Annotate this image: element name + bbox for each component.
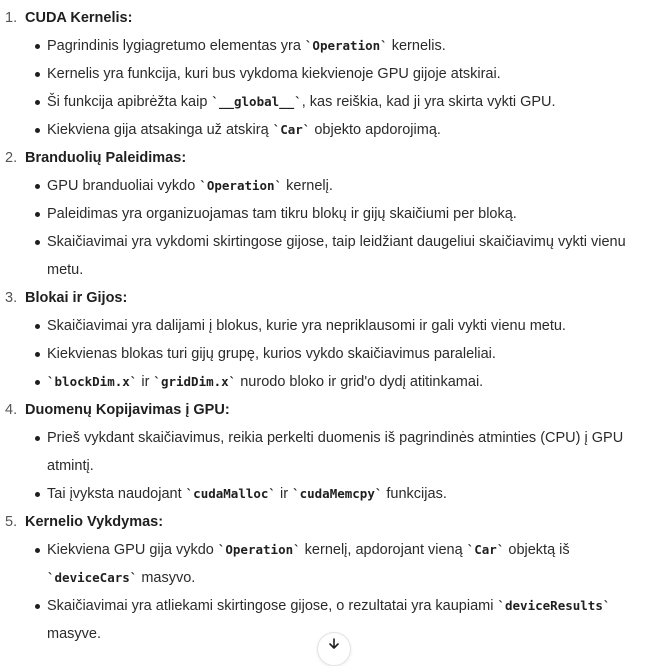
list-section: 1. CUDA Kernelis: Pagrindinis lygiagretumo… <box>0 4 648 144</box>
bullet-item: Ši funkcija apibrėžta kaip `__global__`,… <box>0 88 648 116</box>
inline-code: `cudaMemcpy` <box>292 486 383 501</box>
inline-code: `Operation` <box>217 542 301 557</box>
bullet-text: objektą iš <box>504 542 574 558</box>
bullet-text: ir <box>137 374 154 390</box>
numbered-list: 1. CUDA Kernelis: Pagrindinis lygiagretumo… <box>0 4 648 648</box>
bullet-dot <box>35 240 40 245</box>
bullet-text: , kas reiškia, kad ji yra skirta vykti G… <box>301 94 556 110</box>
section-title: Kernelio Vykdymas: <box>25 514 164 530</box>
bullet-text: ir <box>275 486 293 502</box>
bullet-text: Kiekviena gija atsakinga už atskirą <box>47 122 273 138</box>
section-title: CUDA Kernelis: <box>25 10 133 26</box>
inline-code: `Car` <box>272 122 311 137</box>
list-section: 4. Duomenų Kopijavimas į GPU: Prieš vykdan… <box>0 396 648 508</box>
bullet-text: Ši funkcija apibrėžta kaip <box>47 94 212 110</box>
list-section: 5. Kernelio Vykdymas: Kiekviena GPU gija v… <box>0 508 648 648</box>
bullet-text: kernelį, apdorojant vieną <box>300 542 467 558</box>
inline-code: `gridDim.x` <box>153 374 237 389</box>
bullet-list: Pagrindinis lygiagretumo elementas yra `… <box>0 32 648 144</box>
inline-code: `Car` <box>466 542 505 557</box>
bullet-text: nurodo bloko ir grid'o dydį atitinkamai. <box>236 374 484 390</box>
bullet-text: Skaičiavimai yra vykdomi skirtingose gij… <box>47 234 630 278</box>
bullet-dot <box>35 324 40 329</box>
bullet-dot <box>35 352 40 357</box>
bullet-item: Skaičiavimai yra dalijami į blokus, kuri… <box>0 312 648 340</box>
list-section: 2. Branduolių Paleidimas: GPU branduoliai … <box>0 144 648 284</box>
bullet-item: Tai įvyksta naudojant `cudaMalloc` ir `c… <box>0 480 648 508</box>
bullet-list: GPU branduoliai vykdo `Operation` kernel… <box>0 172 648 284</box>
bullet-text: Kiekviena GPU gija vykdo <box>47 542 218 558</box>
bullet-item: Pagrindinis lygiagretumo elementas yra `… <box>0 32 648 60</box>
bullet-text: GPU branduoliai vykdo <box>47 178 200 194</box>
inline-code: `Operation` <box>304 38 388 53</box>
bullet-dot <box>35 492 40 497</box>
bullet-item: GPU branduoliai vykdo `Operation` kernel… <box>0 172 648 200</box>
section-heading: 2. Branduolių Paleidimas: <box>0 144 648 172</box>
inline-code: `__global__` <box>211 94 302 109</box>
bullet-text: masyvo. <box>137 570 196 586</box>
bullet-text: Kiekvienas blokas turi gijų grupę, kurio… <box>47 346 496 362</box>
bullet-text: Tai įvyksta naudojant <box>47 486 186 502</box>
section-title: Branduolių Paleidimas: <box>25 150 187 166</box>
section-heading: 5. Kernelio Vykdymas: <box>0 508 648 536</box>
bullet-list: Prieš vykdant skaičiavimus, reikia perke… <box>0 424 648 508</box>
chat-message-content: 1. CUDA Kernelis: Pagrindinis lygiagretumo… <box>0 4 648 648</box>
inline-code: `deviceCars` <box>47 570 138 585</box>
bullet-text: Paleidimas yra organizuojamas tam tikru … <box>47 206 517 222</box>
bullet-text: objekto apdorojimą. <box>310 122 441 138</box>
bullet-list: Kiekviena GPU gija vykdo `Operation` ker… <box>0 536 648 648</box>
bullet-item: Skaičiavimai yra vykdomi skirtingose gij… <box>0 228 648 284</box>
section-heading: 3. Blokai ir Gijos: <box>0 284 648 312</box>
inline-code: `deviceResults` <box>497 598 611 613</box>
section-number: 2. <box>5 150 18 166</box>
section-number: 4. <box>5 402 18 418</box>
bullet-text: kernelis. <box>387 38 446 54</box>
inline-code: `blockDim.x` <box>47 374 138 389</box>
section-heading: 4. Duomenų Kopijavimas į GPU: <box>0 396 648 424</box>
arrow-down-icon <box>329 638 339 649</box>
bullet-item: Paleidimas yra organizuojamas tam tikru … <box>0 200 648 228</box>
bullet-dot <box>35 184 40 189</box>
bullet-dot <box>35 128 40 133</box>
list-section: 3. Blokai ir Gijos: Skaičiavimai yra dalij… <box>0 284 648 396</box>
bullet-dot <box>35 212 40 217</box>
bullet-text: kernelį. <box>282 178 333 194</box>
scroll-to-bottom-button[interactable] <box>317 632 351 666</box>
bullet-item: Kiekviena GPU gija vykdo `Operation` ker… <box>0 536 648 592</box>
bullet-item: Kernelis yra funkcija, kuri bus vykdoma … <box>0 60 648 88</box>
section-heading: 1. CUDA Kernelis: <box>0 4 648 32</box>
bullet-item: Kiekviena gija atsakinga už atskirą `Car… <box>0 116 648 144</box>
bullet-dot <box>35 380 40 385</box>
bullet-text: funkcijas. <box>382 486 447 502</box>
bullet-dot <box>35 436 40 441</box>
bullet-item: `blockDim.x` ir `gridDim.x` nurodo bloko… <box>0 368 648 396</box>
bullet-item: Prieš vykdant skaičiavimus, reikia perke… <box>0 424 648 480</box>
bullet-dot <box>35 44 40 49</box>
bullet-text: Pagrindinis lygiagretumo elementas yra <box>47 38 305 54</box>
bullet-dot <box>35 100 40 105</box>
bullet-text: Prieš vykdant skaičiavimus, reikia perke… <box>47 430 628 474</box>
bullet-item: Kiekvienas blokas turi gijų grupę, kurio… <box>0 340 648 368</box>
section-number: 1. <box>5 10 18 26</box>
bullet-dot <box>35 604 40 609</box>
bullet-text: Skaičiavimai yra dalijami į blokus, kuri… <box>47 318 566 334</box>
section-title: Duomenų Kopijavimas į GPU: <box>25 402 230 418</box>
inline-code: `cudaMalloc` <box>185 486 276 501</box>
section-title: Blokai ir Gijos: <box>25 290 128 306</box>
bullet-text: Skaičiavimai yra atliekami skirtingose g… <box>47 598 498 614</box>
bullet-dot <box>35 548 40 553</box>
inline-code: `Operation` <box>199 178 283 193</box>
bullet-list: Skaičiavimai yra dalijami į blokus, kuri… <box>0 312 648 396</box>
section-number: 5. <box>5 514 18 530</box>
bullet-text: Kernelis yra funkcija, kuri bus vykdoma … <box>47 66 501 82</box>
section-number: 3. <box>5 290 18 306</box>
bullet-dot <box>35 72 40 77</box>
